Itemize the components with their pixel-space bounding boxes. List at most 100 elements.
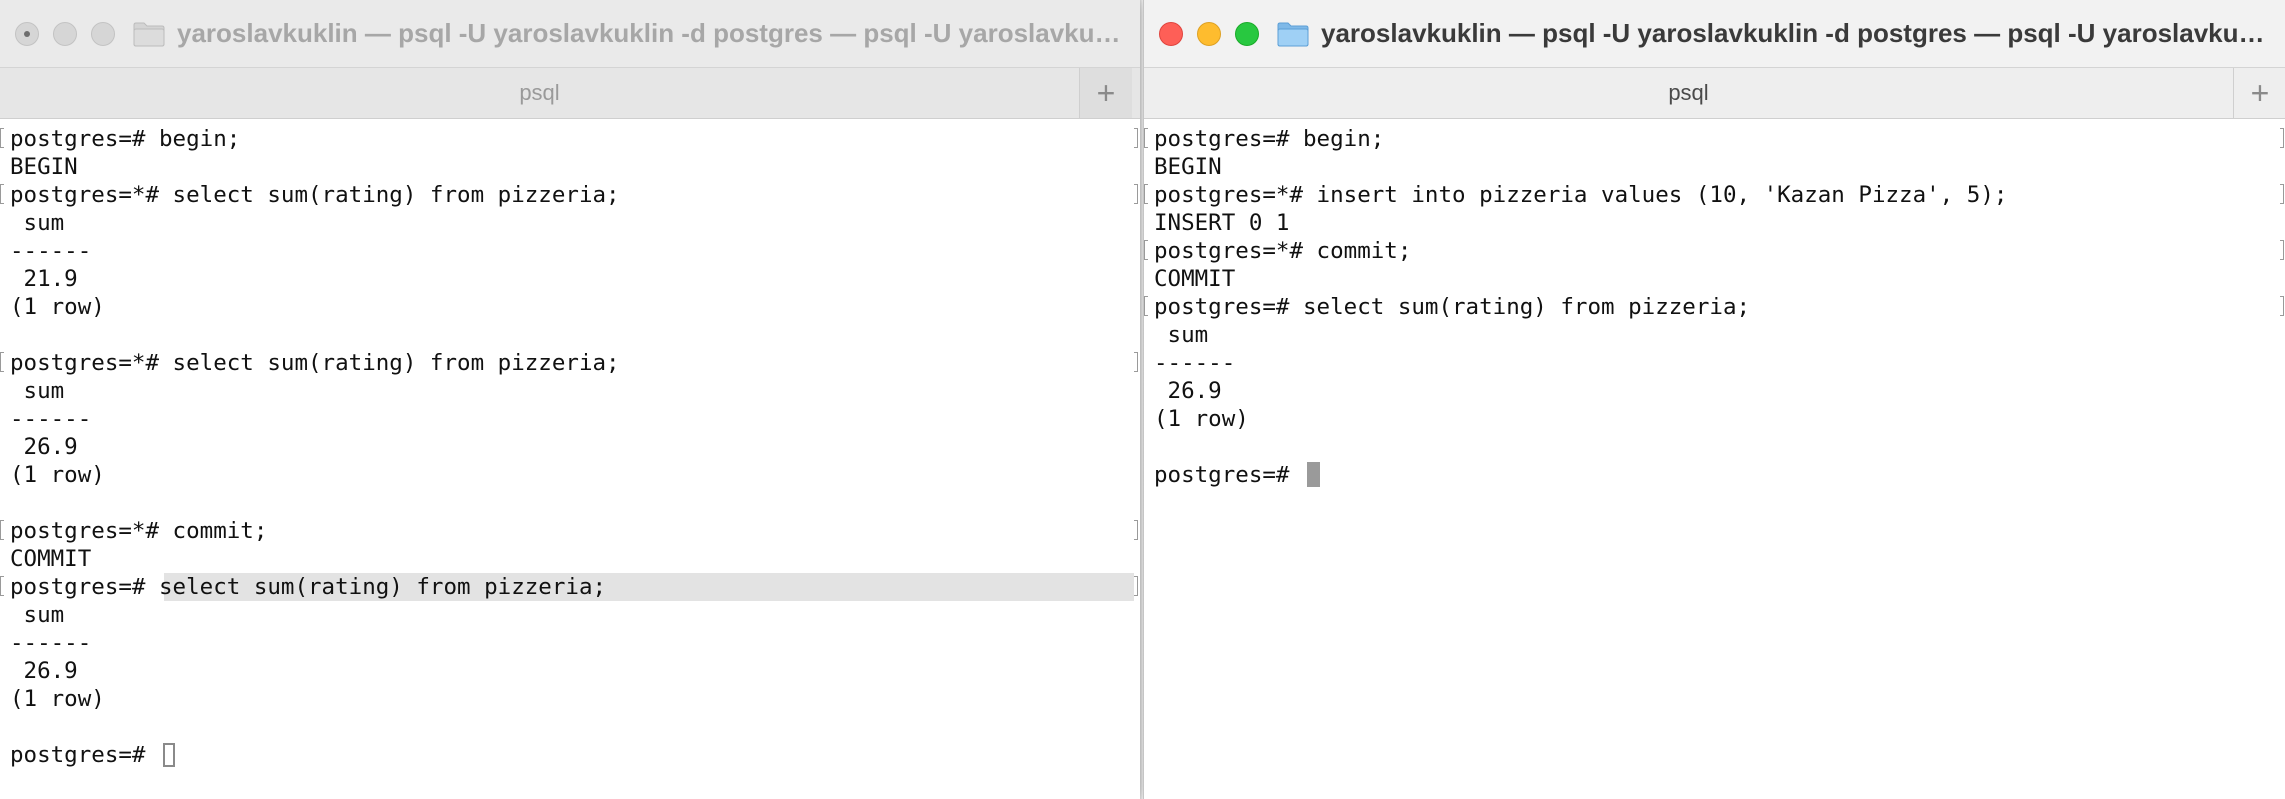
prompt-mark-right [2280,184,2284,204]
terminal-line: postgres=*# select sum(rating) from pizz… [0,181,1140,209]
terminal-line-text: sum [10,210,65,236]
terminal-line: 26.9 [0,657,1140,685]
window-controls [15,21,115,46]
terminal-line: sum [0,209,1140,237]
terminal-line-text: postgres=# begin; [1154,126,1385,152]
folder-icon [1277,21,1309,47]
terminal-line-text: sum [10,378,65,404]
terminal-line-text: COMMIT [10,546,92,572]
terminal-line: 21.9 [0,265,1140,293]
terminal-line-text: BEGIN [10,154,78,180]
desktop: yaroslavkuklin — psql -U yaroslavkuklin … [0,0,2285,799]
prompt-mark-right [1134,128,1138,148]
terminal-line-text: ------ [10,630,92,656]
plus-icon[interactable]: + [2233,68,2285,118]
zoom-button[interactable] [1235,21,1259,46]
prompt-mark-left [1144,184,1148,204]
terminal-line: sum [0,601,1140,629]
terminal-window-left[interactable]: yaroslavkuklin — psql -U yaroslavkuklin … [0,0,1140,799]
close-button[interactable] [1159,21,1183,46]
tab-bar: psql + [1144,67,2285,119]
tab-psql[interactable]: psql [1144,68,2233,118]
terminal-line-text: postgres=*# commit; [1154,238,1412,264]
prompt-mark-left [1144,296,1148,316]
terminal-line: postgres=*# insert into pizzeria values … [1144,181,2285,209]
prompt-mark-left [0,128,4,148]
prompt-mark-right [2280,240,2284,260]
terminal-line: BEGIN [0,153,1140,181]
prompt-mark-right [1134,520,1138,540]
terminal-line-text: postgres=# select sum(rating) from pizze… [10,574,607,600]
terminal-line: (1 row) [0,685,1140,713]
terminal-line-text: postgres=*# select sum(rating) from pizz… [10,182,620,208]
terminal-line-text: (1 row) [1154,406,1249,432]
terminal-line: postgres=# begin; [0,125,1140,153]
terminal-line: INSERT 0 1 [1144,209,2285,237]
terminal-line-text: INSERT 0 1 [1154,210,1290,236]
folder-icon [133,21,165,47]
terminal-line-text: postgres=*# commit; [10,518,268,544]
terminal-line-text: BEGIN [1154,154,1222,180]
window-controls [1159,21,1259,46]
terminal-line-text: postgres=# begin; [10,126,241,152]
terminal-line-text: 26.9 [1154,378,1222,404]
terminal-line: (1 row) [0,461,1140,489]
terminal-line: 26.9 [1144,377,2285,405]
terminal-line: postgres=*# commit; [0,517,1140,545]
terminal-line-text: postgres=# [1154,462,1304,488]
terminal-line: (1 row) [0,293,1140,321]
terminal-line: postgres=# select sum(rating) from pizze… [1144,293,2285,321]
title-bar[interactable]: yaroslavkuklin — psql -U yaroslavkuklin … [1144,0,2285,67]
terminal-line-text: 26.9 [10,658,78,684]
terminal-line-text: ------ [1154,350,1236,376]
terminal-line: COMMIT [1144,265,2285,293]
text-cursor [163,743,176,767]
window-shadow [1140,0,1144,799]
terminal-line-text: 26.9 [10,434,78,460]
prompt-mark-left [0,352,4,372]
terminal-line-text: sum [10,602,65,628]
zoom-button[interactable] [91,21,115,46]
terminal-line-text: COMMIT [1154,266,1236,292]
terminal-line: ------ [0,629,1140,657]
prompt-mark-left [0,184,4,204]
prompt-mark-left [0,576,4,596]
tab-psql[interactable]: psql [0,68,1079,118]
terminal-line: ------ [0,405,1140,433]
title-bar[interactable]: yaroslavkuklin — psql -U yaroslavkuklin … [0,0,1140,67]
prompt-mark-left [0,520,4,540]
terminal-line: postgres=# [0,741,1140,769]
terminal-window-right[interactable]: yaroslavkuklin — psql -U yaroslavkuklin … [1143,0,2285,799]
tab-bar: psql + [0,67,1140,119]
terminal-line: postgres=# [1144,461,2285,489]
terminal-line: postgres=*# commit; [1144,237,2285,265]
minimize-button[interactable] [1197,21,1221,46]
terminal-line-text: postgres=# select sum(rating) from pizze… [1154,294,1751,320]
plus-icon[interactable]: + [1079,68,1132,118]
terminal-line: COMMIT [0,545,1140,573]
prompt-mark-right [1134,184,1138,204]
terminal-line-text: postgres=*# select sum(rating) from pizz… [10,350,620,376]
window-title: yaroslavkuklin — psql -U yaroslavkuklin … [1321,18,2285,48]
terminal-line-text: (1 row) [10,686,105,712]
prompt-mark-left [1144,128,1148,148]
minimize-button[interactable] [53,21,77,46]
terminal-line-text: (1 row) [10,294,105,320]
close-button[interactable] [15,21,39,46]
terminal-line: sum [0,377,1140,405]
terminal-line-text: sum [1154,322,1209,348]
prompt-mark-right [1134,352,1138,372]
terminal-line: postgres=# select sum(rating) from pizze… [0,573,1140,601]
terminal-output[interactable]: postgres=# begin; BEGIN postgres=*# insert… [1144,119,2285,799]
terminal-line-text: (1 row) [10,462,105,488]
terminal-output[interactable]: postgres=# begin; BEGIN postgres=*# select… [0,119,1140,799]
terminal-line: sum [1144,321,2285,349]
window-title: yaroslavkuklin — psql -U yaroslavkuklin … [177,18,1140,48]
terminal-line: ------ [0,237,1140,265]
terminal-line-text: ------ [10,406,92,432]
terminal-line-text: ------ [10,238,92,264]
prompt-mark-right [2280,296,2284,316]
